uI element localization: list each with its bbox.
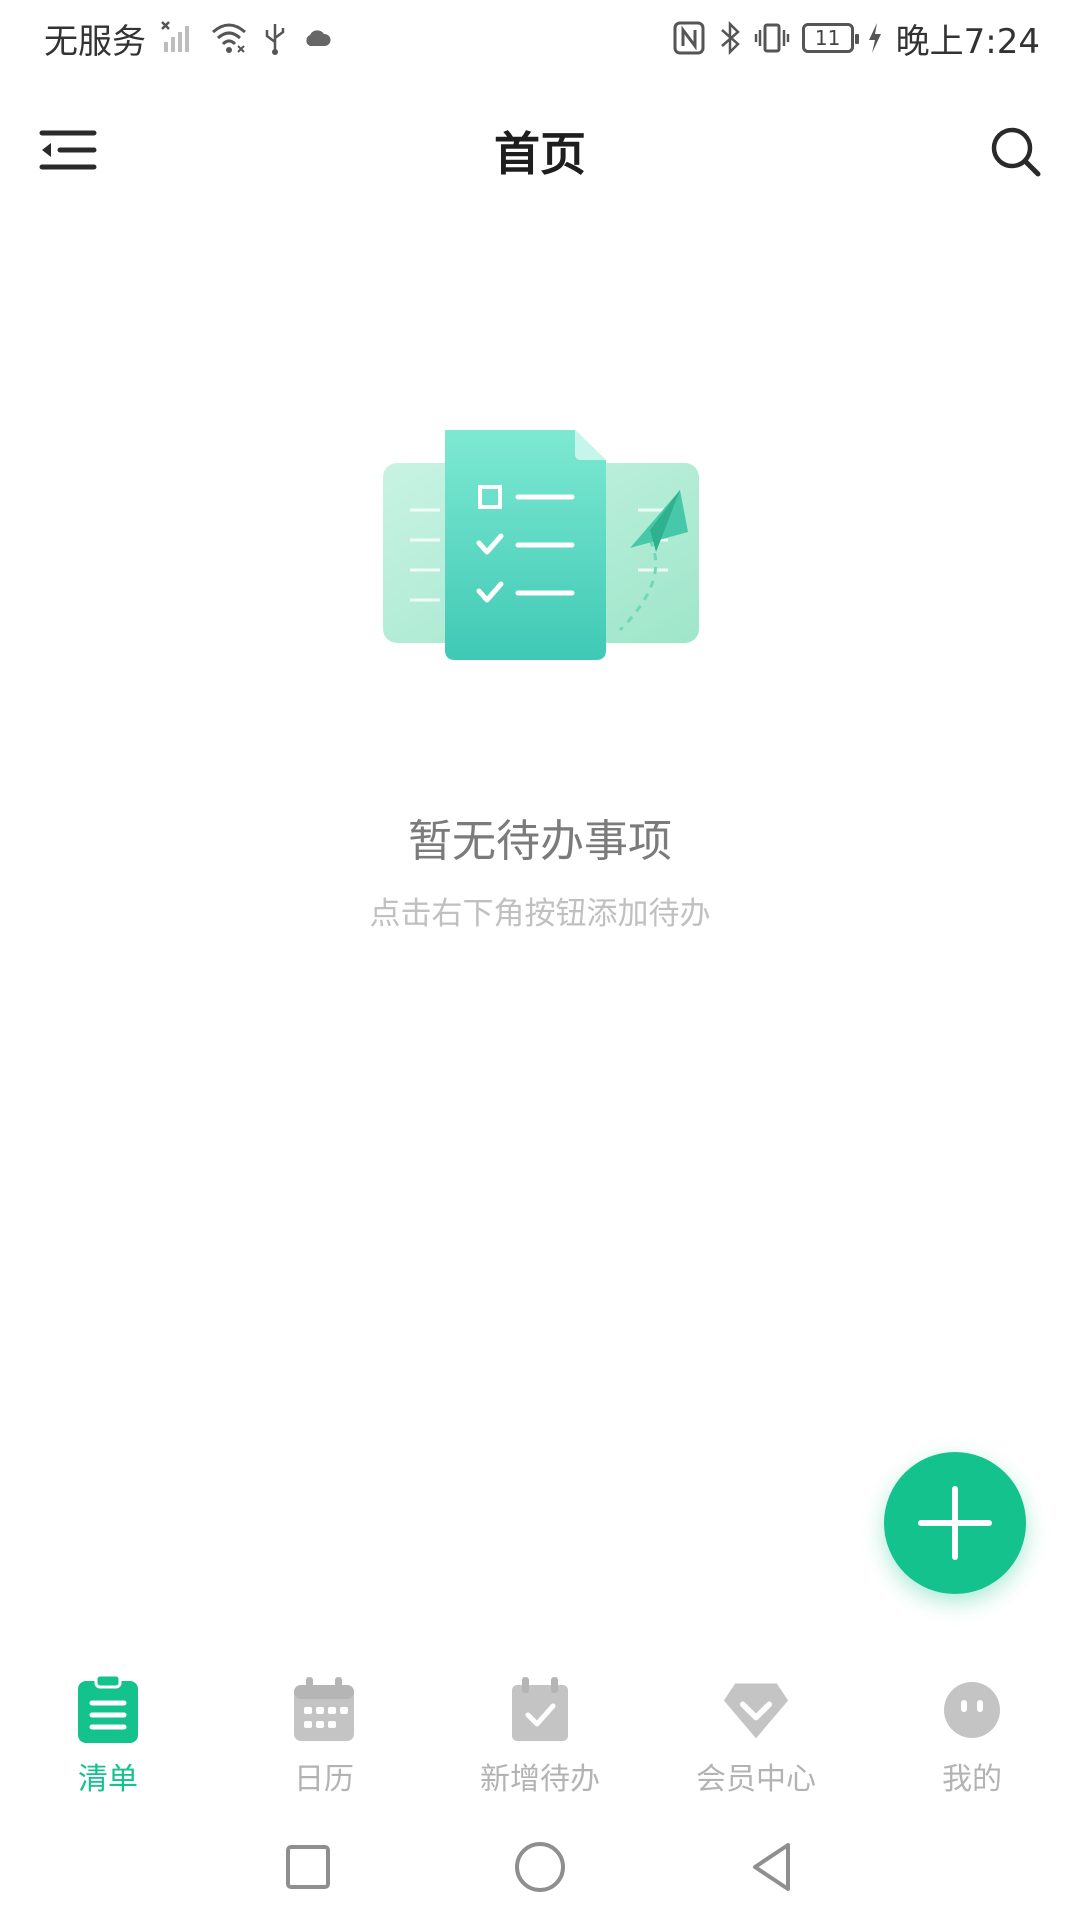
tab-label: 会员中心 bbox=[696, 1762, 816, 1797]
calendar-check-icon bbox=[512, 1677, 568, 1741]
back-button[interactable] bbox=[737, 1832, 807, 1902]
bottom-tab-bar: 清单 日历 新增待办 会员中心 我的 bbox=[0, 1668, 1080, 1798]
calendar-icon bbox=[294, 1677, 354, 1741]
page-title: 首页 bbox=[494, 127, 586, 181]
status-bar: 无服务 11 晚上7:24 bbox=[0, 0, 1080, 76]
plus-icon bbox=[918, 1486, 992, 1560]
tab-icon-wrap bbox=[74, 1675, 142, 1744]
status-right: 11 晚上7:24 bbox=[672, 14, 1040, 62]
tab-label: 日历 bbox=[294, 1762, 354, 1797]
tab-icon-wrap bbox=[722, 1676, 790, 1744]
search-icon bbox=[991, 127, 1041, 177]
carrier-label: 无服务 bbox=[44, 21, 146, 62]
nfc-icon bbox=[673, 21, 705, 55]
square-icon bbox=[286, 1845, 330, 1889]
signal-off-icon bbox=[161, 21, 189, 52]
tab-list[interactable]: 清单 bbox=[0, 1668, 216, 1798]
recents-button[interactable] bbox=[273, 1832, 343, 1902]
battery-icon: 11 bbox=[801, 23, 859, 53]
vibrate-icon bbox=[754, 23, 789, 53]
clock: 晚上7:24 bbox=[895, 21, 1040, 62]
clipboard-list-icon bbox=[78, 1675, 138, 1743]
tab-icon-wrap bbox=[938, 1676, 1006, 1744]
tab-icon-wrap bbox=[290, 1676, 358, 1744]
status-left: 无服务 bbox=[44, 14, 332, 62]
circle-icon bbox=[515, 1842, 565, 1892]
tab-membership[interactable]: 会员中心 bbox=[648, 1668, 864, 1798]
face-icon bbox=[944, 1682, 1000, 1738]
wifi-icon bbox=[212, 23, 246, 53]
tab-mine[interactable]: 我的 bbox=[864, 1668, 1080, 1798]
empty-state-title: 暂无待办事项 bbox=[408, 816, 672, 867]
home-button[interactable] bbox=[505, 1832, 575, 1902]
search-button[interactable] bbox=[980, 116, 1052, 188]
top-app-bar: 首页 bbox=[0, 90, 1080, 210]
charging-icon bbox=[868, 23, 881, 53]
battery-level: 11 bbox=[814, 26, 841, 50]
diamond-icon bbox=[723, 1683, 789, 1739]
bluetooth-icon bbox=[720, 20, 740, 56]
system-navigation-bar bbox=[0, 1822, 1080, 1912]
tab-label: 我的 bbox=[942, 1762, 1002, 1797]
checklist-paper-plane-illustration bbox=[383, 430, 699, 660]
cloud-icon bbox=[306, 30, 331, 46]
tab-label: 清单 bbox=[78, 1762, 138, 1797]
tab-calendar[interactable]: 日历 bbox=[216, 1668, 432, 1798]
tab-add-todo[interactable]: 新增待办 bbox=[432, 1668, 648, 1798]
add-todo-fab[interactable] bbox=[884, 1452, 1026, 1594]
tab-label: 新增待办 bbox=[480, 1762, 600, 1797]
back-triangle-icon bbox=[753, 1843, 790, 1891]
tab-icon-wrap bbox=[506, 1676, 574, 1744]
empty-state-subtitle: 点击右下角按钮添加待办 bbox=[369, 896, 711, 932]
usb-icon bbox=[265, 24, 285, 55]
